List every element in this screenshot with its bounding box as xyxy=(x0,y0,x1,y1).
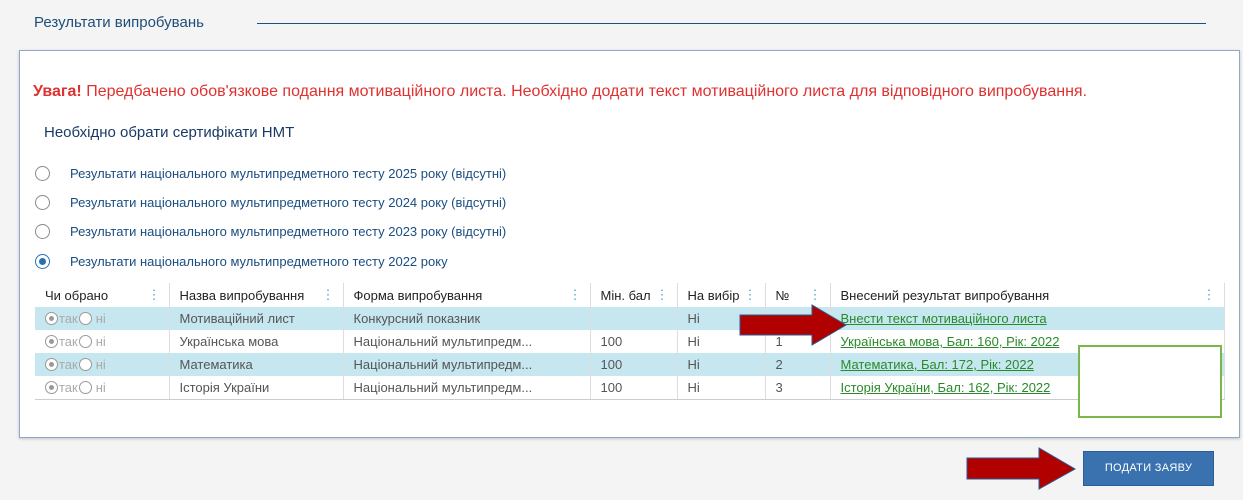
yes-label: так xyxy=(59,379,78,395)
yes-radio xyxy=(45,380,58,394)
column-header-label: Мін. бал xyxy=(600,287,651,303)
selected-cell: так ні xyxy=(35,307,170,330)
column-header[interactable]: Мін. бал ⋮ xyxy=(590,283,678,307)
section-divider xyxy=(257,23,1206,24)
column-header-label: № xyxy=(775,287,790,303)
test-name-cell: Математика xyxy=(169,353,344,376)
min-score-cell xyxy=(590,307,678,330)
table-header: Чи обрано ⋮ Назва випробування ⋮ Форма випро… xyxy=(35,283,1225,307)
warning-text: Передбачено обов'язкове подання мотиваці… xyxy=(81,83,1088,100)
warning-bold: Увага! xyxy=(33,83,82,100)
yes-label: так xyxy=(59,357,78,372)
column-header-label: Форма випробування xyxy=(353,287,483,303)
no-radio xyxy=(78,380,92,394)
selected-cell: так ні xyxy=(35,376,170,400)
result-link[interactable]: Українська мова, Бал: 160, Рік: 2022 xyxy=(841,334,1060,349)
column-header[interactable]: Назва випробування ⋮ xyxy=(169,283,344,307)
column-header[interactable]: Форма випробування ⋮ xyxy=(343,283,591,307)
warning-message: Увага! Передбачено обов'язкове подання м… xyxy=(33,83,1087,101)
elective-cell: Ні xyxy=(677,353,766,376)
certificate-option[interactable]: Результати національного мультипредметно… xyxy=(35,221,506,241)
table-row: так ні Історія України Національний мультип… xyxy=(35,376,1225,400)
test-form-cell: Національний мультипредм... xyxy=(343,353,591,376)
results-panel: Увага! Передбачено обов'язкове подання м… xyxy=(19,50,1240,438)
column-header-label: Внесений результат випробування xyxy=(840,287,1050,303)
test-name-cell: Українська мова xyxy=(169,330,344,353)
result-link[interactable]: Математика, Бал: 172, Рік: 2022 xyxy=(841,357,1034,372)
column-header[interactable]: № ⋮ xyxy=(765,283,831,307)
column-menu-icon[interactable]: ⋮ xyxy=(744,287,757,303)
certificates-label: Необхідно обрати сертифікати НМТ xyxy=(44,124,295,141)
certificate-option[interactable]: Результати національного мультипредметно… xyxy=(35,163,506,183)
min-score-cell: 100 xyxy=(590,353,678,376)
certificate-radio[interactable] xyxy=(35,223,50,239)
column-menu-icon[interactable]: ⋮ xyxy=(656,287,669,303)
test-form-cell: Національний мультипредм... xyxy=(343,330,591,353)
no-label: ні xyxy=(95,379,106,395)
no-label: ні xyxy=(95,311,106,326)
column-header-label: Назва випробування xyxy=(179,287,305,303)
column-header[interactable]: На вибір ⋮ xyxy=(677,283,766,307)
certificate-option-label: Результати національного мультипредметно… xyxy=(70,165,507,181)
yes-radio xyxy=(45,335,58,348)
result-cell: Внести текст мотиваційного листа xyxy=(830,307,1225,330)
certificate-radio[interactable] xyxy=(35,253,50,269)
column-menu-icon[interactable]: ⋮ xyxy=(569,287,582,303)
certificate-option-label: Результати національного мультипредметно… xyxy=(70,253,448,269)
certificate-radio[interactable] xyxy=(35,194,50,210)
certificate-option[interactable]: Результати національного мультипредметно… xyxy=(35,251,448,271)
number-cell: 3 xyxy=(765,376,831,400)
column-menu-icon[interactable]: ⋮ xyxy=(322,287,335,303)
certificate-option-label: Результати національного мультипредметно… xyxy=(70,194,507,210)
min-score-cell: 100 xyxy=(590,376,678,400)
result-link[interactable]: Історія України, Бал: 162, Рік: 2022 xyxy=(841,380,1051,395)
certificate-option[interactable]: Результати національного мультипредметно… xyxy=(35,192,506,212)
submit-button[interactable]: ПОДАТИ ЗАЯВУ xyxy=(1083,451,1214,486)
arrow-to-submit-icon xyxy=(966,447,1077,490)
column-menu-icon[interactable]: ⋮ xyxy=(809,287,822,303)
section-title: Результати випробувань xyxy=(34,14,204,31)
results-table: Чи обрано ⋮ Назва випробування ⋮ Форма випро… xyxy=(35,283,1225,400)
test-form-cell: Національний мультипредм... xyxy=(343,376,591,400)
selected-cell: так ні xyxy=(35,353,170,376)
no-label: ні xyxy=(95,334,106,349)
column-header-label: Чи обрано xyxy=(45,287,109,303)
yes-label: так xyxy=(59,311,78,326)
certificate-radio[interactable] xyxy=(35,165,50,181)
yes-radio xyxy=(45,312,58,325)
table-row: так ні Мотиваційний лист Конкурсний показни… xyxy=(35,307,1225,330)
test-form-cell: Конкурсний показник xyxy=(343,307,591,330)
no-radio xyxy=(78,358,92,371)
test-name-cell: Історія України xyxy=(169,376,344,400)
table-row: так ні Українська мова Національний мультип… xyxy=(35,330,1225,353)
add-motivation-letter-link[interactable]: Внести текст мотиваційного листа xyxy=(841,311,1047,326)
column-header-label: На вибір xyxy=(687,287,740,303)
column-header[interactable]: Внесений результат випробування ⋮ xyxy=(830,283,1225,307)
number-cell: 2 xyxy=(765,353,831,376)
green-highlight-box xyxy=(1078,345,1222,418)
arrow-to-link-icon xyxy=(739,304,847,346)
yes-label: так xyxy=(59,334,78,349)
no-radio xyxy=(78,335,92,348)
test-name-cell: Мотиваційний лист xyxy=(169,307,344,330)
column-header[interactable]: Чи обрано ⋮ xyxy=(35,283,170,307)
no-radio xyxy=(78,312,92,325)
yes-radio xyxy=(45,358,58,371)
column-menu-icon[interactable]: ⋮ xyxy=(148,287,161,303)
table-row: так ні Математика Національний мультипредм.… xyxy=(35,353,1225,376)
elective-cell: Ні xyxy=(677,376,766,400)
min-score-cell: 100 xyxy=(590,330,678,353)
selected-cell: так ні xyxy=(35,330,170,353)
certificate-option-label: Результати національного мультипредметно… xyxy=(70,223,507,239)
column-menu-icon[interactable]: ⋮ xyxy=(1203,287,1216,303)
no-label: ні xyxy=(95,357,106,372)
